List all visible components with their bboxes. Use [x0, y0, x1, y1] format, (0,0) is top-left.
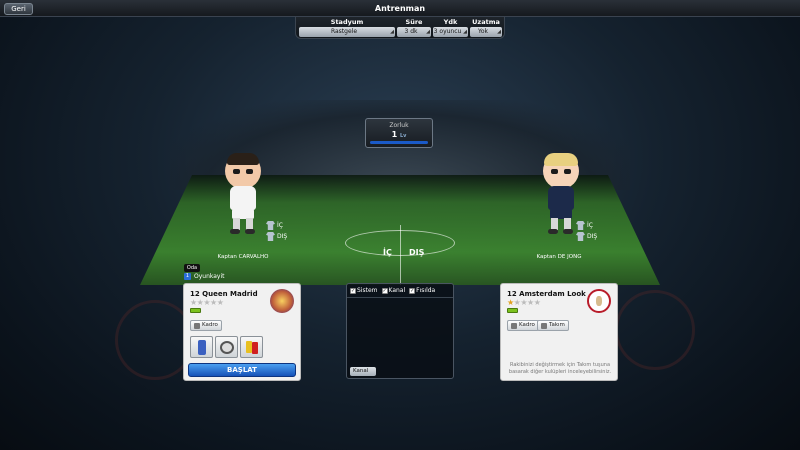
chat-divider: [347, 297, 453, 298]
red-card-icon: [252, 342, 258, 354]
item-slot-energy[interactable]: [190, 336, 213, 358]
right-team-name: 12 Amsterdam Look: [507, 290, 586, 298]
players-select[interactable]: 3 oyuncu ◢: [433, 27, 468, 37]
chat-panel: ✓ Sistem ✓ Kanal ✓ Fısıldа Kanal: [346, 283, 454, 379]
amsterdam-crest: [587, 289, 611, 313]
difficulty-label: Zorluk: [389, 122, 409, 129]
difficulty-panel: Zorluk 1 Lv: [365, 118, 433, 148]
squad-icon: [511, 322, 517, 329]
setting-duration: Süre 3 dk ◢: [397, 18, 431, 37]
item-slot-ball[interactable]: [215, 336, 238, 358]
right-kit-selector: İÇ DIŞ: [576, 220, 597, 242]
center-line: [400, 225, 401, 285]
room-tag: Oda: [184, 264, 200, 272]
setting-label: Süre: [405, 18, 423, 26]
chat-channel-select[interactable]: Kanal: [350, 367, 377, 376]
filter-system[interactable]: ✓ Sistem: [350, 287, 378, 294]
left-team-name: 12 Queen Madrid: [190, 290, 258, 298]
filter-channel[interactable]: ✓ Kanal: [381, 287, 405, 294]
setting-label: Uzatma: [472, 18, 500, 26]
right-team-stars: ★★★★★: [507, 298, 541, 307]
away-side-label: DIŞ: [409, 248, 425, 257]
player-head: [225, 153, 261, 189]
right-captain-name: Kaptan DE JONG: [536, 254, 582, 260]
left-captain-name: Kaptan CARVALHO: [217, 254, 269, 260]
player-head: [543, 153, 579, 189]
setting-label: Stadyum: [330, 18, 364, 26]
difficulty-slider[interactable]: [370, 141, 428, 144]
shirt-icon: [266, 221, 275, 230]
swap-icon: [541, 322, 547, 329]
checkbox-icon: ✓: [350, 287, 356, 294]
owner-rank-icon: 1: [184, 273, 191, 280]
dropdown-arrow-icon: ◢: [497, 29, 501, 35]
page-title: Antrenman: [374, 4, 426, 13]
left-away-kit[interactable]: DIŞ: [266, 231, 287, 242]
setting-stadium: Stadyum Rastgele ◢: [299, 18, 395, 37]
room-owner: 1 Oyunkayit: [184, 273, 225, 280]
battery-icon: [190, 308, 201, 313]
right-watermark-crest: [615, 290, 695, 370]
setting-overtime: Uzatma Yok ◢: [470, 18, 502, 37]
left-home-kit[interactable]: İÇ: [266, 220, 287, 231]
dropdown-arrow-icon: ◢: [463, 29, 467, 35]
dropdown-arrow-icon: ◢: [390, 29, 394, 35]
queen-madrid-crest: [270, 289, 294, 313]
top-bar: Geri Antrenman: [0, 0, 800, 17]
checkbox-icon: ✓: [409, 287, 416, 294]
battery-icon: [507, 308, 518, 313]
chat-filters: ✓ Sistem ✓ Kanal ✓ Fısıldа: [350, 287, 435, 294]
item-slot-card[interactable]: [240, 336, 263, 358]
checkbox-icon: ✓: [381, 287, 388, 294]
filter-whisper[interactable]: ✓ Fısıldа: [409, 287, 435, 294]
right-away-kit[interactable]: DIŞ: [576, 231, 597, 242]
home-side-label: İÇ: [383, 248, 392, 257]
start-button[interactable]: BAŞLAT: [188, 363, 296, 377]
shirt-icon: [576, 232, 585, 241]
right-home-kit[interactable]: İÇ: [576, 220, 597, 231]
player-jersey: [230, 186, 256, 210]
match-settings: Stadyum Rastgele ◢ Süre 3 dk ◢ Ydk 3 oyunc…: [295, 17, 505, 39]
left-kit-selector: İÇ DIŞ: [266, 220, 287, 242]
right-squad-button[interactable]: Kadro: [507, 320, 539, 331]
overtime-select[interactable]: Yok ◢: [470, 27, 502, 37]
owner-name: Oyunkayit: [194, 273, 225, 280]
player-jersey: [548, 186, 574, 210]
setting-label: Ydk: [443, 18, 458, 26]
setting-players: Ydk 3 oyuncu ◢: [433, 18, 468, 37]
right-team-card: 12 Amsterdam Look ★★★★★ Kadro Takım Raki…: [500, 283, 618, 381]
shirt-icon: [576, 221, 585, 230]
stadium-select[interactable]: Rastgele ◢: [299, 27, 395, 37]
left-team-card: 12 Queen Madrid ★★★★★ Kadro BAŞLAT: [183, 283, 301, 381]
difficulty-value: 1 Lv: [391, 130, 407, 139]
opponent-hint: Rakibinizi değiştirmek için Takım tuşuna…: [508, 362, 612, 375]
left-captain-figure: [218, 153, 268, 243]
ball-icon: [220, 341, 234, 354]
squad-icon: [194, 322, 200, 329]
energy-drink-icon: [198, 340, 206, 355]
team-button[interactable]: Takım: [537, 320, 569, 331]
left-squad-button[interactable]: Kadro: [190, 320, 222, 331]
duration-select[interactable]: 3 dk ◢: [397, 27, 431, 37]
shirt-icon: [266, 232, 275, 241]
dropdown-arrow-icon: ◢: [426, 29, 430, 35]
left-team-stars: ★★★★★: [190, 298, 224, 307]
